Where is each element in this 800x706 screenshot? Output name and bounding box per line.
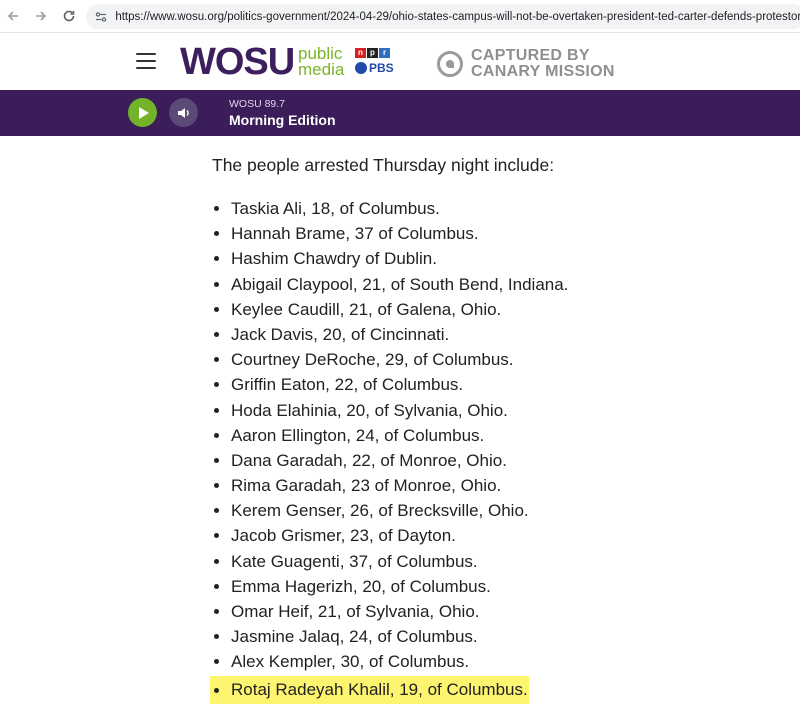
list-item: Kerem Genser, 26, of Brecksville, Ohio. bbox=[212, 498, 772, 523]
bullet-icon bbox=[214, 407, 219, 413]
list-item-text: Rotaj Radeyah Khalil, 19, of Columbus. bbox=[231, 679, 528, 699]
menu-icon[interactable] bbox=[136, 53, 156, 69]
site-header: WOSU public media n p r PBS CAPTURED BY … bbox=[0, 34, 800, 90]
play-button[interactable] bbox=[128, 98, 157, 127]
list-item: Aaron Ellington, 24, of Columbus. bbox=[212, 423, 772, 448]
list-item-text: Hashim Chawdry of Dublin. bbox=[231, 249, 437, 269]
bullet-icon bbox=[214, 206, 219, 211]
list-item: Courtney DeRoche, 29, of Columbus. bbox=[212, 347, 772, 372]
list-item-text: Kerem Genser, 26, of Brecksville, Ohio. bbox=[231, 501, 529, 521]
pbs-logo: PBS bbox=[355, 61, 394, 75]
public-media-logo: public media bbox=[298, 45, 345, 79]
bullet-icon bbox=[214, 583, 219, 589]
bullet-icon bbox=[214, 687, 219, 693]
list-item: Rotaj Radeyah Khalil, 19, of Columbus. bbox=[210, 675, 529, 704]
list-item-text: Alex Kempler, 30, of Columbus. bbox=[231, 652, 470, 672]
bullet-icon bbox=[214, 256, 219, 262]
list-item-text: Omar Heif, 21, of Sylvania, Ohio. bbox=[231, 602, 480, 621]
url-text[interactable]: https://www.wosu.org/politics-government… bbox=[115, 11, 800, 23]
article-intro: The people arrested Thursday night inclu… bbox=[212, 155, 555, 175]
list-item: Hannah Brame, 37 of Columbus. bbox=[212, 221, 772, 246]
bullet-icon bbox=[214, 432, 219, 438]
audio-player-bar: WOSU 89.7 Morning Edition bbox=[0, 90, 800, 136]
list-item-text: Hannah Brame, 37 of Columbus. bbox=[231, 224, 479, 244]
list-item-text: Emma Hagerizh, 20, of Columbus. bbox=[231, 576, 491, 596]
watermark-text: CAPTURED BY CANARY MISSION bbox=[471, 48, 615, 80]
bullet-icon bbox=[214, 483, 219, 489]
bullet-icon bbox=[214, 382, 219, 388]
watermark-line-1: CAPTURED BY bbox=[471, 47, 590, 64]
bullet-icon bbox=[214, 634, 219, 640]
forward-arrow-icon[interactable] bbox=[32, 7, 50, 25]
watermark-line-2: CANARY MISSION bbox=[471, 63, 615, 80]
list-item: Omar Heif, 21, of Sylvania, Ohio. bbox=[212, 599, 772, 624]
site-settings-icon[interactable] bbox=[94, 10, 107, 24]
list-item: Jacob Grismer, 23, of Dayton. bbox=[212, 523, 772, 548]
list-item-text: Abigail Claypool, 21, of South Bend, Ind… bbox=[231, 274, 569, 294]
list-item: Abigail Claypool, 21, of South Bend, Ind… bbox=[212, 272, 772, 297]
list-item-text: Griffin Eaton, 22, of Columbus. bbox=[231, 375, 464, 395]
list-item-text: Hoda Elahinia, 20, of Sylvania, Ohio. bbox=[231, 400, 508, 420]
npr-letter-p: p bbox=[367, 48, 378, 58]
list-item: Keylee Caudill, 21, of Galena, Ohio. bbox=[212, 297, 772, 322]
pbs-head-icon bbox=[355, 62, 367, 74]
list-item-text: Aaron Ellington, 24, of Columbus. bbox=[231, 425, 485, 445]
bullet-icon bbox=[214, 457, 219, 463]
speaker-icon bbox=[177, 107, 189, 118]
list-item: Griffin Eaton, 22, of Columbus. bbox=[212, 372, 772, 397]
reload-icon[interactable] bbox=[60, 7, 78, 25]
list-item: Alex Kempler, 30, of Columbus. bbox=[212, 649, 772, 674]
list-item-text: Jasmine Jalaq, 24, of Columbus. bbox=[231, 627, 478, 647]
list-item-text: Keylee Caudill, 21, of Galena, Ohio. bbox=[231, 299, 502, 319]
list-item-text: Dana Garadah, 22, of Monroe, Ohio. bbox=[231, 450, 507, 470]
list-item: Hoda Elahinia, 20, of Sylvania, Ohio. bbox=[212, 398, 772, 423]
logo-sub-line-2: media bbox=[298, 60, 345, 79]
list-item: Emma Hagerizh, 20, of Columbus. bbox=[212, 574, 772, 599]
address-bar[interactable]: https://www.wosu.org/politics-government… bbox=[86, 4, 800, 29]
bullet-icon bbox=[214, 533, 219, 539]
list-item: Taskia Ali, 18, of Columbus. bbox=[212, 196, 772, 221]
list-item-text: Jacob Grismer, 23, of Dayton. bbox=[231, 526, 456, 546]
bullet-icon bbox=[214, 306, 219, 312]
bullet-icon bbox=[214, 508, 219, 514]
station-name: WOSU 89.7 bbox=[229, 98, 286, 110]
list-item-text: Taskia Ali, 18, of Columbus. bbox=[231, 199, 440, 218]
npr-letter-n: n bbox=[355, 48, 366, 58]
list-item-text: Courtney DeRoche, 29, of Columbus. bbox=[231, 350, 514, 370]
back-arrow-icon[interactable] bbox=[4, 7, 22, 25]
npr-logo: n p r bbox=[355, 48, 390, 58]
bullet-icon bbox=[214, 558, 219, 564]
volume-button[interactable] bbox=[169, 98, 198, 127]
list-item: Rima Garadah, 23 of Monroe, Ohio. bbox=[212, 473, 772, 498]
arrest-list: Taskia Ali, 18, of Columbus. Hannah Brame… bbox=[210, 196, 772, 704]
bullet-icon bbox=[214, 609, 219, 614]
canary-mission-icon bbox=[437, 51, 463, 77]
list-item: Kate Guagenti, 37, of Columbus. bbox=[212, 549, 772, 574]
list-item: Jasmine Jalaq, 24, of Columbus. bbox=[212, 624, 772, 649]
npr-letter-r: r bbox=[379, 48, 390, 58]
list-item: Hashim Chawdry of Dublin. bbox=[212, 246, 772, 271]
wosu-logo[interactable]: WOSU bbox=[180, 42, 295, 82]
list-item: Dana Garadah, 22, of Monroe, Ohio. bbox=[212, 448, 772, 473]
bullet-icon bbox=[214, 281, 219, 287]
bullet-icon bbox=[214, 659, 219, 665]
browser-toolbar: https://www.wosu.org/politics-government… bbox=[0, 0, 800, 33]
list-item-text: Jack Davis, 20, of Cincinnati. bbox=[231, 324, 450, 344]
bullet-icon bbox=[214, 231, 219, 237]
pbs-text: PBS bbox=[369, 61, 394, 75]
article-body: The people arrested Thursday night inclu… bbox=[210, 154, 772, 704]
list-item-text: Kate Guagenti, 37, of Columbus. bbox=[231, 551, 478, 571]
bullet-icon bbox=[214, 357, 219, 363]
program-name[interactable]: Morning Edition bbox=[229, 112, 336, 128]
list-item: Jack Davis, 20, of Cincinnati. bbox=[212, 322, 772, 347]
list-item-text: Rima Garadah, 23 of Monroe, Ohio. bbox=[231, 476, 502, 496]
bullet-icon bbox=[214, 331, 219, 337]
